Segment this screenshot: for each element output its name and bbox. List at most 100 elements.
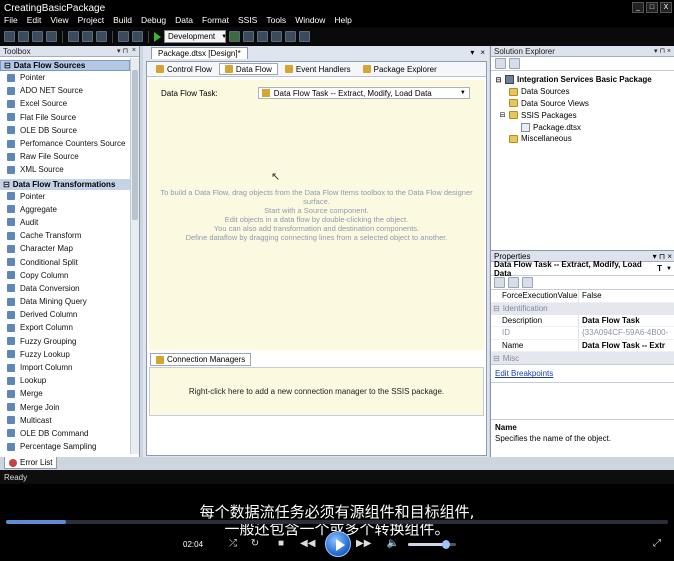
close-icon[interactable]: ×: [132, 47, 136, 55]
toolbox-item[interactable]: Perfomance Counters Source: [0, 137, 130, 150]
toolbox-item[interactable]: Fuzzy Lookup: [0, 348, 130, 361]
toolbox-item[interactable]: Audit: [0, 216, 130, 229]
tree-node-ssis-packages[interactable]: ⊟ SSIS Packages: [495, 109, 674, 121]
toolbox-item[interactable]: Export Column: [0, 321, 130, 334]
show-all-files-icon[interactable]: [509, 58, 520, 69]
toolbox-item[interactable]: Multicast: [0, 414, 130, 427]
next-icon[interactable]: ▶▶: [356, 537, 371, 551]
collapse-icon[interactable]: ⊟: [499, 111, 506, 119]
volume-icon[interactable]: 🔈: [386, 537, 400, 551]
toolbox-item[interactable]: OLE DB Command: [0, 427, 130, 440]
toolbox-category-sources[interactable]: ⊟ Data Flow Sources: [0, 60, 130, 71]
property-value[interactable]: False: [579, 290, 674, 303]
shuffle-icon[interactable]: ⤮: [226, 537, 240, 551]
toolbox-item[interactable]: Pointer: [0, 71, 130, 84]
object-browser-icon[interactable]: [285, 31, 296, 42]
previous-icon[interactable]: ◀◀: [300, 537, 315, 551]
tree-node-data-source-views[interactable]: Data Source Views: [495, 98, 674, 110]
toolbox-item[interactable]: Import Column: [0, 361, 130, 374]
tree-node-root[interactable]: ⊟ Integration Services Basic Package: [495, 74, 674, 86]
minimize-button[interactable]: _: [632, 2, 644, 13]
tab-data-flow[interactable]: Data Flow: [218, 63, 278, 75]
volume-slider[interactable]: [408, 540, 456, 549]
toolbox-item[interactable]: Copy Column: [0, 269, 130, 282]
properties-icon[interactable]: [495, 58, 506, 69]
menu-view[interactable]: View: [50, 15, 68, 25]
property-row[interactable]: Description Data Flow Task: [491, 314, 674, 328]
tab-error-list[interactable]: Error List: [4, 457, 58, 469]
toolbox-item[interactable]: ADO NET Source: [0, 84, 130, 97]
stop-icon[interactable]: ■: [274, 537, 288, 551]
toolbox-item[interactable]: OLE DB Source: [0, 124, 130, 137]
edit-breakpoints-link[interactable]: Edit Breakpoints: [491, 365, 674, 384]
tree-node-miscellaneous[interactable]: Miscellaneous: [495, 133, 674, 145]
close-document-icon[interactable]: ×: [480, 48, 485, 57]
menu-data[interactable]: Data: [175, 15, 193, 25]
find-icon[interactable]: [229, 31, 240, 42]
property-value[interactable]: Data Flow Task: [579, 315, 674, 328]
property-category-identification[interactable]: ⊟ Identification: [491, 302, 674, 315]
toolbox-item[interactable]: Excel Source: [0, 97, 130, 110]
property-row[interactable]: ForceExecutionValue False: [491, 290, 674, 303]
menu-build[interactable]: Build: [113, 15, 132, 25]
toolbox-item[interactable]: Character Map: [0, 242, 130, 255]
paste-icon[interactable]: [96, 31, 107, 42]
save-all-icon[interactable]: [46, 31, 57, 42]
solution-explorer-icon[interactable]: [243, 31, 254, 42]
tree-node-data-sources[interactable]: Data Sources: [495, 86, 674, 98]
menu-debug[interactable]: Debug: [141, 15, 166, 25]
pane-controls[interactable]: ▾ ⊓ ×: [654, 47, 671, 55]
save-icon[interactable]: [32, 31, 43, 42]
close-button[interactable]: X: [660, 2, 672, 13]
tab-list-icon[interactable]: ▾: [470, 48, 474, 57]
add-item-icon[interactable]: [18, 31, 29, 42]
toolbox-item[interactable]: Fuzzy Grouping: [0, 335, 130, 348]
pane-controls[interactable]: ▾ ⊓ ×: [653, 252, 672, 261]
property-row[interactable]: ID {33A094CF-59A6-4B00-: [491, 327, 674, 340]
new-project-icon[interactable]: [4, 31, 15, 42]
property-pages-icon[interactable]: [522, 277, 533, 288]
menu-tools[interactable]: Tools: [266, 15, 286, 25]
toolbox-scrollbar[interactable]: [130, 58, 139, 454]
tab-event-handlers[interactable]: Event Handlers: [280, 63, 356, 75]
data-flow-surface[interactable]: Data Flow Task: Data Flow Task -- Extrac…: [149, 80, 484, 350]
alphabetical-icon[interactable]: [508, 277, 519, 288]
toolbox-item[interactable]: Flat File Source: [0, 111, 130, 124]
menu-ssis[interactable]: SSIS: [238, 15, 257, 25]
play-icon[interactable]: [325, 531, 351, 557]
toolbox-item[interactable]: Derived Column: [0, 308, 130, 321]
menu-help[interactable]: Help: [334, 15, 351, 25]
menu-edit[interactable]: Edit: [27, 15, 42, 25]
menu-file[interactable]: File: [4, 15, 18, 25]
toolbox-item[interactable]: Percentage Sampling: [0, 440, 130, 453]
menu-project[interactable]: Project: [78, 15, 104, 25]
toolbox-item[interactable]: Data Conversion: [0, 282, 130, 295]
tab-connection-managers[interactable]: Connection Managers: [150, 353, 252, 366]
toolbox-item[interactable]: Pointer: [0, 190, 130, 203]
maximize-button[interactable]: □: [646, 2, 658, 13]
cut-icon[interactable]: [68, 31, 79, 42]
data-flow-task-select[interactable]: Data Flow Task -- Extract, Modify, Load …: [257, 87, 470, 99]
categorized-icon[interactable]: [494, 277, 505, 288]
toolbox-item[interactable]: Aggregate: [0, 203, 130, 216]
seek-bar[interactable]: [6, 520, 668, 524]
scrollbar-thumb[interactable]: [132, 70, 138, 220]
volume-knob[interactable]: [442, 540, 450, 549]
menu-format[interactable]: Format: [202, 15, 229, 25]
toolbox-item[interactable]: Lookup: [0, 374, 130, 387]
toolbox-item[interactable]: XML Source: [0, 163, 130, 176]
toolbox-item[interactable]: Data Mining Query: [0, 295, 130, 308]
repeat-icon[interactable]: ↻: [248, 537, 262, 551]
connection-managers-area[interactable]: Right-click here to add a new connection…: [149, 367, 484, 416]
start-debugging-icon[interactable]: [154, 31, 161, 42]
toolbox-item[interactable]: Cache Transform: [0, 229, 130, 242]
undo-icon[interactable]: [118, 31, 129, 42]
toolbox-item[interactable]: Raw File Source: [0, 150, 130, 163]
tab-package-design[interactable]: Package.dtsx [Design]*: [151, 47, 248, 59]
collapse-icon[interactable]: ⊟: [495, 76, 502, 84]
toolbox-item[interactable]: Conditional Split: [0, 255, 130, 268]
tree-node-package[interactable]: Package.dtsx: [495, 121, 674, 133]
start-page-icon[interactable]: [299, 31, 310, 42]
menu-window[interactable]: Window: [295, 15, 325, 25]
tab-control-flow[interactable]: Control Flow: [151, 63, 217, 75]
